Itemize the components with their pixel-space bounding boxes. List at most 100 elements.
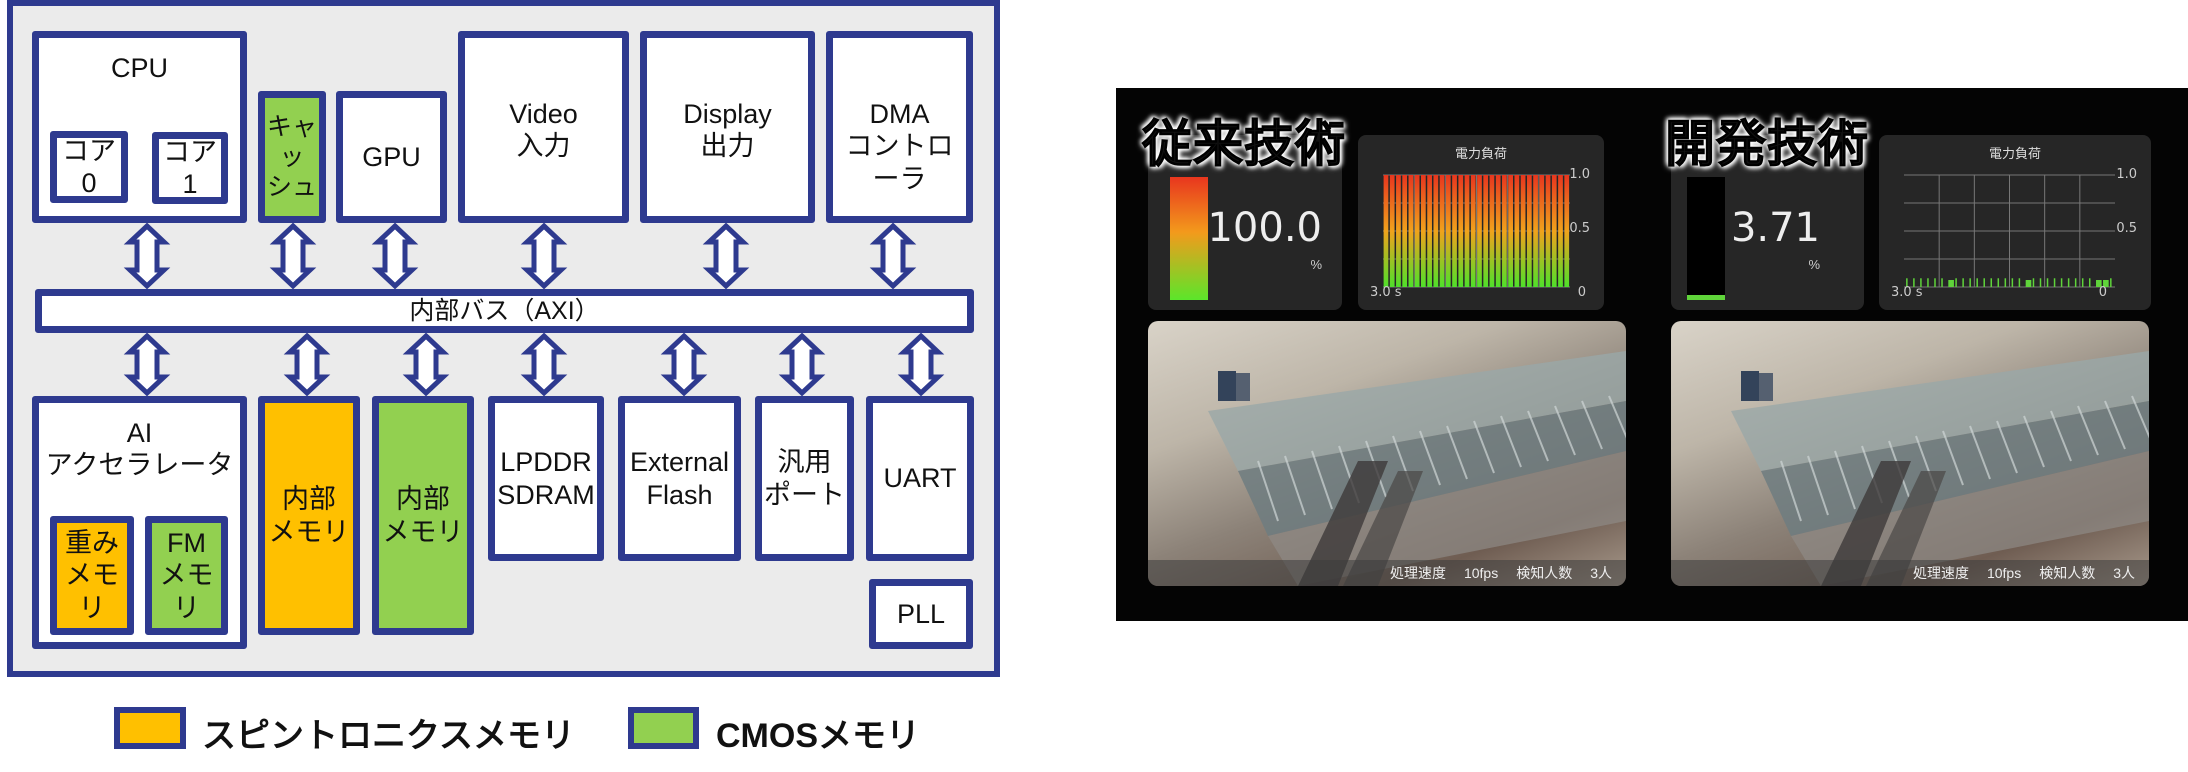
cache-label-1: キャッ [266, 113, 317, 171]
power-load-bar [1495, 175, 1501, 287]
bidirectional-arrow-icon [269, 222, 317, 290]
power-load-bar [1545, 175, 1551, 287]
flash-label-2: Flash [646, 479, 713, 510]
bidirectional-arrow-icon [520, 332, 568, 397]
legend-swatch-spintronics [114, 707, 186, 749]
gpio-label-1: 汎用 [777, 447, 832, 478]
fm-memory-block: FM メモリ [145, 516, 228, 635]
power-load-bar [1514, 175, 1520, 287]
count-value: 3人 [2113, 565, 2135, 581]
bidirectional-arrow-icon [283, 332, 331, 397]
power-load-bar [1558, 175, 1563, 287]
power-load-bar [1934, 278, 1936, 287]
power-load-bar [1458, 175, 1464, 287]
gpu-label: GPU [362, 141, 421, 172]
legend-label-spintronics: スピントロニクスメモリ [202, 717, 575, 755]
power-load-bar [1533, 175, 1538, 287]
power-gauge-fill [1170, 177, 1208, 300]
power-load-bar [1948, 280, 1954, 287]
internal-mem-cmos-label-2: メモリ [382, 516, 464, 547]
cache-label-2: シュ [266, 173, 317, 201]
dma-label-1: DMA [869, 99, 930, 129]
power-load-bar [1383, 175, 1389, 287]
power-load-bar [2088, 278, 2091, 287]
power-gauge-unit: % [1310, 257, 1322, 272]
power-load-bar [2081, 278, 2084, 287]
internal-mem-spin-label-2: メモリ [268, 516, 350, 547]
power-gauge-bar [1687, 177, 1725, 300]
internal-mem-cmos-label-1: 内部 [396, 484, 450, 515]
x-tick-end: 0 [2098, 285, 2107, 300]
power-load-bar [1452, 175, 1457, 287]
power-load-bar [2039, 278, 2042, 287]
power-load-bar [1414, 175, 1420, 287]
bidirectional-arrow-icon [371, 222, 419, 290]
power-load-chart-card: 電力負荷 1.0 0.5 3.0 s 0 [1879, 135, 2151, 310]
count-label: 検知人数 [1516, 565, 1573, 581]
core0-label: コア0 [62, 135, 116, 198]
power-load-bar [1396, 175, 1401, 287]
speed-label: 処理速度 [1389, 565, 1446, 581]
speed-label: 処理速度 [1912, 565, 1969, 581]
power-load-bar [1464, 175, 1470, 287]
power-load-bar [2053, 278, 2056, 287]
lpddr-label-1: LPDDR [500, 447, 592, 478]
pll-label: PLL [896, 598, 946, 629]
display-label-2: 出力 [700, 131, 755, 162]
power-load-bar [1477, 175, 1482, 287]
bidirectional-arrow-icon [660, 332, 708, 397]
power-load-bar [2018, 278, 2021, 287]
power-load-bar [1389, 175, 1395, 287]
power-load-bar [1433, 175, 1439, 287]
power-gauge-unit: % [1808, 257, 1820, 272]
camera-video-feed: 処理速度 10fps 検知人数 3人 [1148, 321, 1626, 586]
power-load-bar [1976, 278, 1978, 287]
power-load-bar [1427, 175, 1432, 287]
bidirectional-arrow-icon [520, 222, 568, 290]
power-load-bar [1489, 175, 1495, 287]
x-tick-start: 3.0 s [1370, 285, 1402, 300]
video-status-bar: 処理速度 10fps 検知人数 3人 [1671, 560, 2149, 586]
uart-label: UART [883, 463, 957, 494]
internal-memory-cmos-block: 内部 メモリ [372, 396, 474, 635]
power-load-bar [1439, 175, 1445, 287]
count-value: 3人 [1590, 565, 1612, 581]
bidirectional-arrow-icon [702, 222, 750, 290]
power-load-bar [2110, 278, 2112, 287]
power-load-bar [1402, 175, 1408, 287]
power-load-bar [1551, 175, 1557, 287]
bidirectional-arrow-icon [123, 222, 171, 290]
power-gauge-bar [1170, 177, 1208, 300]
dma-controller-block: DMA コントローラ [826, 31, 973, 223]
escalator-scene-image [1731, 351, 2149, 586]
ai-label-2: アクセラレータ [45, 450, 234, 481]
cache-block: キャッ シュ [258, 91, 326, 223]
pll-block: PLL [869, 579, 973, 649]
x-tick-start: 3.0 s [1891, 285, 1923, 300]
bidirectional-arrow-icon [778, 332, 826, 397]
y-tick-05: 0.5 [2116, 221, 2137, 236]
weight-memory-block: 重み メモリ [50, 516, 134, 635]
bidirectional-arrow-icon [402, 332, 450, 397]
camera-video-feed: 処理速度 10fps 検知人数 3人 [1671, 321, 2149, 586]
core1-label: コア1 [163, 136, 217, 199]
power-load-bar [1502, 175, 1507, 287]
gpio-label-2: ポート [764, 479, 845, 510]
power-load-bar [1941, 278, 1943, 287]
internal-bus-axi: 内部バス（AXI） [35, 289, 974, 333]
flash-label-1: External [629, 447, 730, 478]
video-input-block: Video 入力 [458, 31, 629, 223]
power-load-bar [1962, 278, 1964, 287]
power-load-bar [1526, 175, 1532, 287]
weight-mem-label-2: メモリ [65, 560, 119, 623]
power-load-bar [1955, 278, 1957, 287]
power-load-bar [1421, 175, 1426, 287]
video-label-1: Video [509, 99, 578, 129]
video-status-bar: 処理速度 10fps 検知人数 3人 [1148, 560, 1626, 586]
panel-heading: 開発技術 [1665, 116, 1869, 173]
power-load-bar [2046, 278, 2049, 287]
power-load-bar [1969, 278, 1971, 287]
power-load-bar [1445, 175, 1451, 287]
power-load-bar [1508, 175, 1513, 287]
bidirectional-arrow-icon [123, 332, 171, 397]
